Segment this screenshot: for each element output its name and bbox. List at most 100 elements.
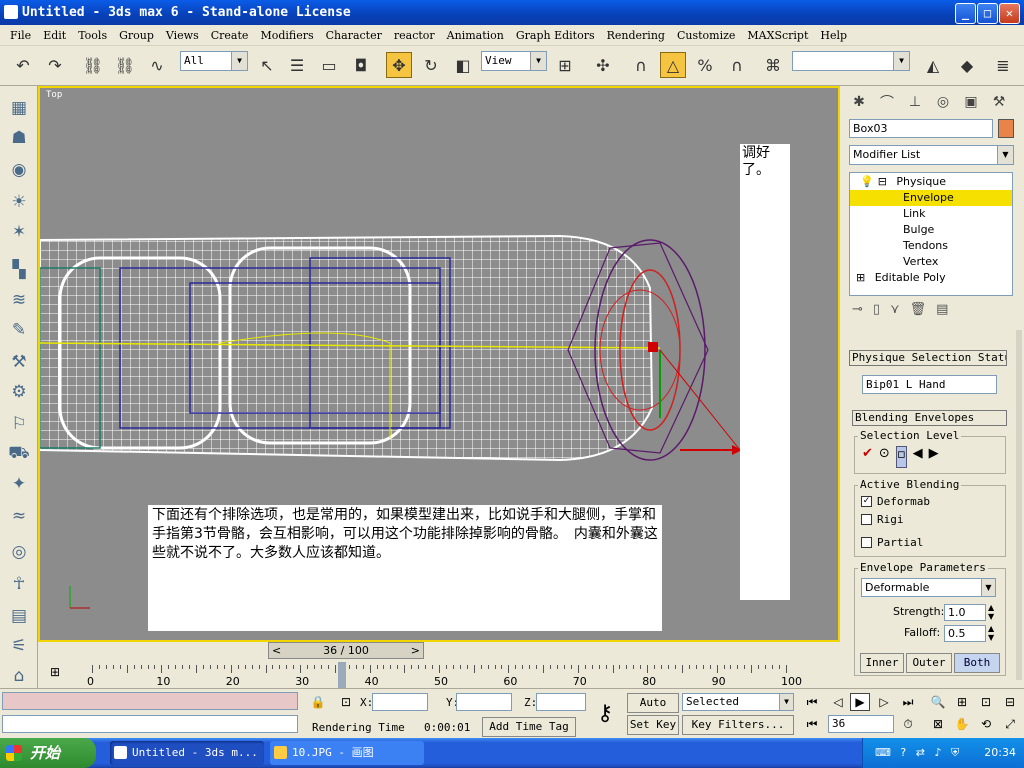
pencil-icon[interactable]: ✎ xyxy=(7,318,31,342)
hierarchy-tab-icon[interactable]: ⊥ xyxy=(902,90,928,114)
close-button[interactable]: ✕ xyxy=(999,3,1020,24)
slider-prev-icon[interactable]: < xyxy=(272,643,281,658)
menu-edit[interactable]: Edit xyxy=(37,25,72,45)
time-configuration-icon[interactable]: ⏱ xyxy=(898,715,918,733)
falloff-spinner-arrows[interactable]: ▲ ▼ xyxy=(988,624,994,642)
undo-icon[interactable]: ↶ xyxy=(10,52,36,78)
key-filters-button[interactable]: Key Filters... xyxy=(682,715,794,735)
menu-file[interactable]: File xyxy=(4,25,37,45)
trackbar-toggle-icon[interactable]: ⊞ xyxy=(50,665,60,679)
angle-snap-icon[interactable]: △ xyxy=(660,52,686,78)
ring-icon[interactable]: ◎ xyxy=(7,540,31,564)
spray-icon[interactable]: ⚟ xyxy=(7,634,31,658)
strength-spinner-arrows[interactable]: ▲ ▼ xyxy=(988,603,994,621)
maxscript-listener[interactable] xyxy=(2,692,298,710)
stack-item-envelope[interactable]: Envelope xyxy=(850,190,1012,206)
go-to-start-icon[interactable]: ⏮ xyxy=(802,693,822,711)
motion-tab-icon[interactable]: ◎ xyxy=(930,90,956,114)
x-coordinate-field[interactable] xyxy=(372,693,428,711)
envelope-level-icon[interactable]: ▫ xyxy=(895,446,907,468)
next-frame-icon[interactable]: ▷ xyxy=(874,693,894,711)
deformable-checkbox[interactable]: ✓ xyxy=(861,496,872,507)
command-panel-scrollbar[interactable] xyxy=(1016,330,1022,680)
rigid-checkbox[interactable] xyxy=(861,514,872,525)
zoom-extents-all-icon[interactable]: ⊟ xyxy=(1000,693,1020,711)
select-by-name-icon[interactable]: ☰ xyxy=(284,52,310,78)
bulb-icon[interactable]: 💡 xyxy=(860,175,874,188)
water-icon[interactable]: ≈ xyxy=(7,504,31,528)
vehicle-icon[interactable]: ⛟ xyxy=(7,442,31,466)
menu-group[interactable]: Group xyxy=(113,25,160,45)
previous-icon[interactable]: ◀ xyxy=(913,446,923,468)
menu-maxscript[interactable]: MAXScript xyxy=(741,25,814,45)
viewport-top[interactable]: Top 下面还有个排除选项，也是常用的，如果模型建出来，比如说手和大腿侧，手掌和… xyxy=(38,86,840,642)
envelope-type-dropdown[interactable]: Deformable ▼ xyxy=(861,578,996,597)
pin-stack-icon[interactable]: ⊸ xyxy=(852,302,863,324)
maximize-button[interactable]: □ xyxy=(977,3,998,24)
sphere-icon[interactable]: ◉ xyxy=(7,158,31,182)
hammer-icon[interactable]: ⚒ xyxy=(7,350,31,374)
light-icon[interactable]: ☀ xyxy=(7,190,31,214)
edit-named-selection-icon[interactable]: ⌘ xyxy=(760,52,786,78)
zoom-all-icon[interactable]: ⊞ xyxy=(952,693,972,711)
set-key-button[interactable]: Set Key xyxy=(627,715,679,735)
next-icon[interactable]: ▶ xyxy=(929,446,939,468)
modifier-list-dropdown[interactable]: Modifier List ▼ xyxy=(849,145,1014,165)
help-icon[interactable]: ? xyxy=(900,746,906,759)
window-crossing-icon[interactable]: ◘ xyxy=(348,52,374,78)
select-and-rotate-icon[interactable]: ↻ xyxy=(418,52,444,78)
reference-coordinate-dropdown[interactable]: View ▼ xyxy=(481,51,547,71)
biped-icon[interactable]: ☗ xyxy=(7,126,31,150)
percent-snap-icon[interactable]: % xyxy=(692,52,718,78)
play-icon[interactable]: ▶ xyxy=(850,693,870,711)
figure-icon[interactable]: ☥ xyxy=(7,572,31,596)
start-button[interactable]: 开始 xyxy=(0,738,96,768)
zoom-extents-icon[interactable]: ⊡ xyxy=(976,693,996,711)
particle-icon[interactable]: ✦ xyxy=(7,472,31,496)
previous-frame-icon[interactable]: ◁ xyxy=(828,693,848,711)
link-level-icon[interactable]: ⊙ xyxy=(879,446,890,468)
show-end-result-icon[interactable]: ▯ xyxy=(873,302,880,324)
boot-icon[interactable]: ⌂ xyxy=(7,664,31,688)
falloff-spinner[interactable]: 0.5 xyxy=(944,625,986,642)
partial-checkbox[interactable] xyxy=(861,537,872,548)
track-bar[interactable]: 0 10 20 30 40 50 60 70 80 90 100 xyxy=(72,661,840,688)
unlink-icon[interactable]: ⛓ xyxy=(112,52,138,78)
key-mode-toggle-icon[interactable]: ⏮ xyxy=(802,715,822,733)
select-and-manipulate-icon[interactable]: ✣ xyxy=(590,52,616,78)
zoom-icon[interactable]: 🔍 xyxy=(928,693,948,711)
time-slider[interactable]: < 36 / 100 > xyxy=(268,642,424,659)
menu-animation[interactable]: Animation xyxy=(441,25,510,45)
select-and-scale-icon[interactable]: ◧ xyxy=(450,52,476,78)
add-time-tag-button[interactable]: Add Time Tag xyxy=(482,717,576,737)
current-frame-field[interactable]: 36 xyxy=(828,715,894,733)
spinner-snap-icon[interactable]: ∩ xyxy=(724,52,750,78)
utilities-tab-icon[interactable]: ⚒ xyxy=(986,90,1012,114)
rollout-blending-envelopes[interactable]: Blending Envelopes xyxy=(852,410,1007,426)
select-and-link-icon[interactable]: ⛓ xyxy=(80,52,106,78)
taskbar-item-3dsmax[interactable]: Untitled - 3ds m... xyxy=(110,741,264,765)
arc-rotate-icon[interactable]: ⟲ xyxy=(976,715,996,733)
display-tab-icon[interactable]: ▣ xyxy=(958,90,984,114)
menu-views[interactable]: Views xyxy=(160,25,205,45)
stack-item-tendons[interactable]: Tendons xyxy=(850,238,1012,254)
align-icon[interactable]: ◆ xyxy=(954,52,980,78)
key-mode-dropdown[interactable]: Selected ▼ xyxy=(682,693,794,711)
wind-icon[interactable]: ⚐ xyxy=(7,412,31,436)
menu-rendering[interactable]: Rendering xyxy=(601,25,671,45)
slider-next-icon[interactable]: > xyxy=(411,643,420,658)
make-unique-icon[interactable]: ⋎ xyxy=(890,302,900,324)
collapse-icon[interactable]: ⊟ xyxy=(878,175,887,188)
menu-modifiers[interactable]: Modifiers xyxy=(254,25,319,45)
bind-space-warp-icon[interactable]: ∿ xyxy=(144,52,170,78)
pivot-center-icon[interactable]: ⊞ xyxy=(552,52,578,78)
vertex-level-icon[interactable]: ✔ xyxy=(862,446,873,468)
menu-create[interactable]: Create xyxy=(205,25,255,45)
strength-spinner[interactable]: 1.0 xyxy=(944,604,986,621)
selection-filter-dropdown[interactable]: All ▼ xyxy=(180,51,248,71)
network-icon[interactable]: ⇄ xyxy=(916,746,925,759)
layer-manager-icon[interactable]: ≣ xyxy=(990,52,1016,78)
helper-icon[interactable]: ✶ xyxy=(7,220,31,244)
spring-icon[interactable]: ≋ xyxy=(7,288,31,312)
rollout-physique-selection[interactable]: Physique Selection Status xyxy=(849,350,1007,366)
